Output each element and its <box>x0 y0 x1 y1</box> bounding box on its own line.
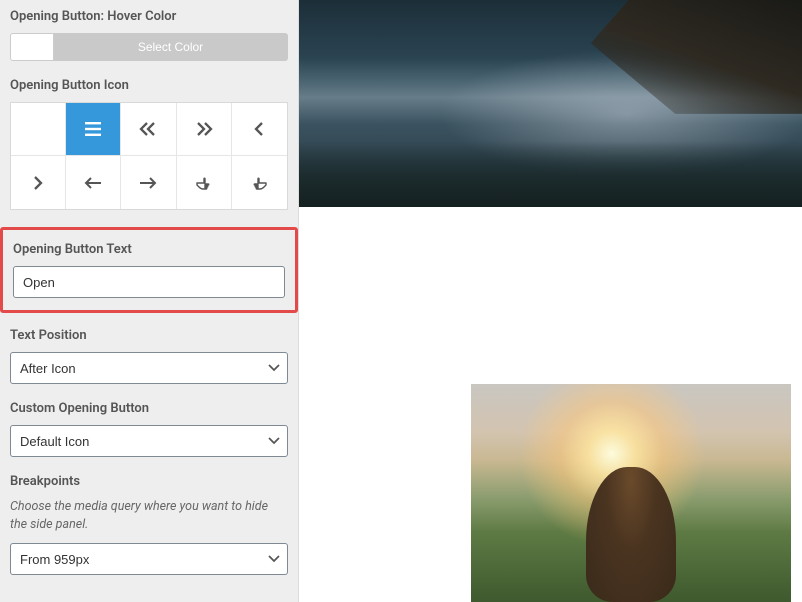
icon-section-label: Opening Button Icon <box>10 78 288 93</box>
breakpoints-label: Breakpoints <box>10 474 288 489</box>
breakpoints-help: Choose the media query where you want to… <box>10 498 288 533</box>
custom-button-select[interactable]: Default Icon <box>10 425 288 457</box>
breakpoints-select[interactable]: From 959px <box>10 543 288 575</box>
color-picker-row: Select Color <box>10 33 288 61</box>
icon-option-chevron-right[interactable] <box>11 156 66 209</box>
preview-content-image <box>471 384 791 602</box>
icon-option-none[interactable] <box>11 103 66 156</box>
icon-option-arrow-left[interactable] <box>66 156 121 209</box>
hand-pointing-right-icon <box>250 175 268 191</box>
custom-button-field: Custom Opening Button Default Icon <box>10 401 288 457</box>
hamburger-icon <box>85 122 101 136</box>
preview-pane <box>299 0 802 602</box>
icon-option-hand-right[interactable] <box>232 156 287 209</box>
text-position-field: Text Position After Icon <box>10 328 288 384</box>
settings-sidebar: Opening Button: Hover Color Select Color… <box>0 0 299 602</box>
icon-option-hamburger[interactable] <box>66 103 121 156</box>
breakpoints-field: Breakpoints Choose the media query where… <box>10 474 288 575</box>
chevron-right-icon <box>32 176 44 190</box>
arrow-right-icon <box>139 177 157 189</box>
icon-grid <box>10 102 288 210</box>
icon-option-arrow-right[interactable] <box>121 156 176 209</box>
button-text-input[interactable] <box>13 266 285 298</box>
icon-option-double-chevron-right[interactable] <box>177 103 232 156</box>
arrow-left-icon <box>84 177 102 189</box>
text-position-select[interactable]: After Icon <box>10 352 288 384</box>
icon-option-chevron-left[interactable] <box>232 103 287 156</box>
select-color-button[interactable]: Select Color <box>54 33 288 61</box>
chevron-left-icon <box>253 122 265 136</box>
hover-color-label: Opening Button: Hover Color <box>10 9 288 24</box>
hand-pointing-left-icon <box>195 175 213 191</box>
double-chevron-left-icon <box>139 122 157 136</box>
button-text-label: Opening Button Text <box>13 242 285 257</box>
custom-button-label: Custom Opening Button <box>10 401 288 416</box>
double-chevron-right-icon <box>195 122 213 136</box>
color-swatch[interactable] <box>10 33 54 61</box>
text-position-label: Text Position <box>10 328 288 343</box>
icon-option-hand-left[interactable] <box>177 156 232 209</box>
icon-option-double-chevron-left[interactable] <box>121 103 176 156</box>
highlighted-button-text-section: Opening Button Text <box>0 227 298 313</box>
preview-hero-image <box>299 0 802 207</box>
